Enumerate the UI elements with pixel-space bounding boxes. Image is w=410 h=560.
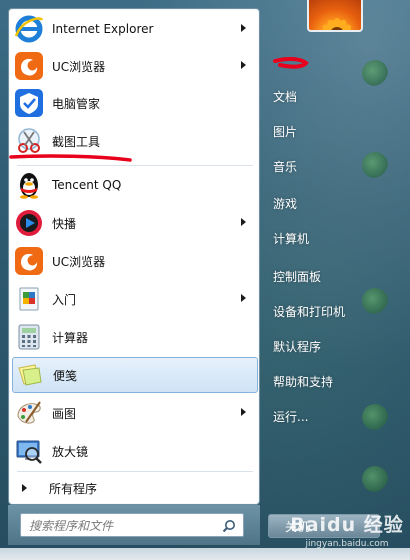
program-uc-browser-2[interactable]: UC浏览器 — [12, 243, 258, 279]
submenu-arrow-icon[interactable] — [241, 24, 246, 32]
sticky-notes-icon — [14, 359, 46, 391]
right-item-label: 文档 — [273, 89, 298, 104]
qq-penguin-icon — [13, 169, 45, 201]
submenu-arrow-icon[interactable] — [241, 218, 246, 226]
search-icon[interactable] — [222, 519, 236, 536]
program-label: 截图工具 — [52, 134, 101, 149]
all-programs-separator — [17, 471, 253, 472]
search-input[interactable]: 搜索程序和文件 — [20, 513, 244, 537]
submenu-arrow-icon[interactable] — [241, 61, 246, 69]
pc-manager-icon — [13, 87, 45, 119]
all-programs-button[interactable]: 所有程序 — [12, 475, 258, 501]
uc-browser-icon — [13, 245, 45, 277]
right-item-label: 帮助和支持 — [273, 374, 334, 389]
background-orb — [362, 466, 388, 492]
magnifier-icon — [13, 435, 45, 467]
program-label: Internet Explorer — [52, 22, 154, 36]
right-item-computer[interactable]: 计算机 — [268, 223, 360, 253]
program-pc-manager[interactable]: 电脑管家 — [12, 85, 258, 121]
program-label: Tencent QQ — [52, 178, 122, 192]
expand-arrow-icon — [22, 484, 27, 492]
program-label: UC浏览器 — [52, 59, 106, 74]
right-item-label: 图片 — [273, 124, 298, 139]
right-item-help-support[interactable]: 帮助和支持 — [268, 366, 360, 396]
program-label: 入门 — [52, 292, 77, 307]
program-uc-browser[interactable]: UC浏览器 — [12, 48, 258, 84]
right-item-run[interactable]: 运行... — [268, 401, 360, 431]
right-item-music[interactable]: 音乐 — [268, 151, 360, 181]
right-item-label: 设备和打印机 — [273, 304, 346, 319]
program-label: 放大镜 — [52, 444, 89, 459]
internet-explorer-icon — [13, 13, 45, 45]
right-item-label: 默认程序 — [273, 339, 322, 354]
getting-started-icon — [13, 283, 45, 315]
program-getting-started[interactable]: 入门 — [12, 281, 258, 317]
program-label: 电脑管家 — [52, 96, 101, 111]
submenu-arrow-icon[interactable] — [241, 408, 246, 416]
right-item-label: 音乐 — [273, 159, 298, 174]
watermark-url: jingyan.baidu.com — [305, 539, 389, 549]
program-label: 计算器 — [52, 330, 89, 345]
program-tencent-qq[interactable]: Tencent QQ — [12, 167, 258, 203]
qvod-player-icon — [13, 207, 45, 239]
snipping-tool-icon — [13, 125, 45, 157]
pinned-separator — [17, 165, 253, 166]
program-paint[interactable]: 画图 — [12, 395, 258, 431]
right-item-control-panel[interactable]: 控制面板 — [268, 261, 360, 291]
program-label: UC浏览器 — [52, 254, 106, 269]
baidu-watermark: Baidu 经验 jingyan.baidu.com — [284, 506, 410, 560]
right-item-label: 控制面板 — [273, 269, 322, 284]
search-placeholder: 搜索程序和文件 — [29, 518, 114, 533]
background-orb — [362, 404, 388, 430]
right-item-label: 游戏 — [273, 196, 298, 211]
right-item-pictures[interactable]: 图片 — [268, 116, 360, 146]
program-internet-explorer[interactable]: Internet Explorer — [12, 11, 258, 47]
background-orb — [362, 152, 388, 178]
start-menu-programs-panel: Internet Explorer UC浏览器 电脑管家 截图工具 Tencen… — [8, 8, 260, 505]
program-label: 便笺 — [53, 368, 78, 383]
all-programs-label: 所有程序 — [49, 481, 98, 496]
right-item-label: 计算机 — [273, 231, 310, 246]
right-item-games[interactable]: 游戏 — [268, 188, 360, 218]
program-label: 画图 — [52, 406, 77, 421]
calculator-icon — [13, 321, 45, 353]
right-item-label: 运行... — [273, 409, 309, 424]
submenu-arrow-icon[interactable] — [241, 294, 246, 302]
program-calculator[interactable]: 计算器 — [12, 319, 258, 355]
right-item-documents[interactable]: 文档 — [268, 81, 360, 111]
background-orb — [362, 288, 388, 314]
watermark-brand: Baidu 经验 — [290, 514, 404, 536]
program-sticky-notes[interactable]: 便笺 — [12, 357, 258, 393]
right-item-default-programs[interactable]: 默认程序 — [268, 331, 360, 361]
program-qvod[interactable]: 快播 — [12, 205, 258, 241]
program-magnifier[interactable]: 放大镜 — [12, 433, 258, 469]
user-account-picture[interactable] — [307, 0, 363, 32]
program-label: 快播 — [52, 216, 77, 231]
right-item-devices-printers[interactable]: 设备和打印机 — [268, 296, 360, 326]
background-orb — [362, 60, 388, 86]
program-snipping-tool[interactable]: 截图工具 — [12, 123, 258, 159]
uc-browser-icon — [13, 50, 45, 82]
paint-icon — [13, 397, 45, 429]
